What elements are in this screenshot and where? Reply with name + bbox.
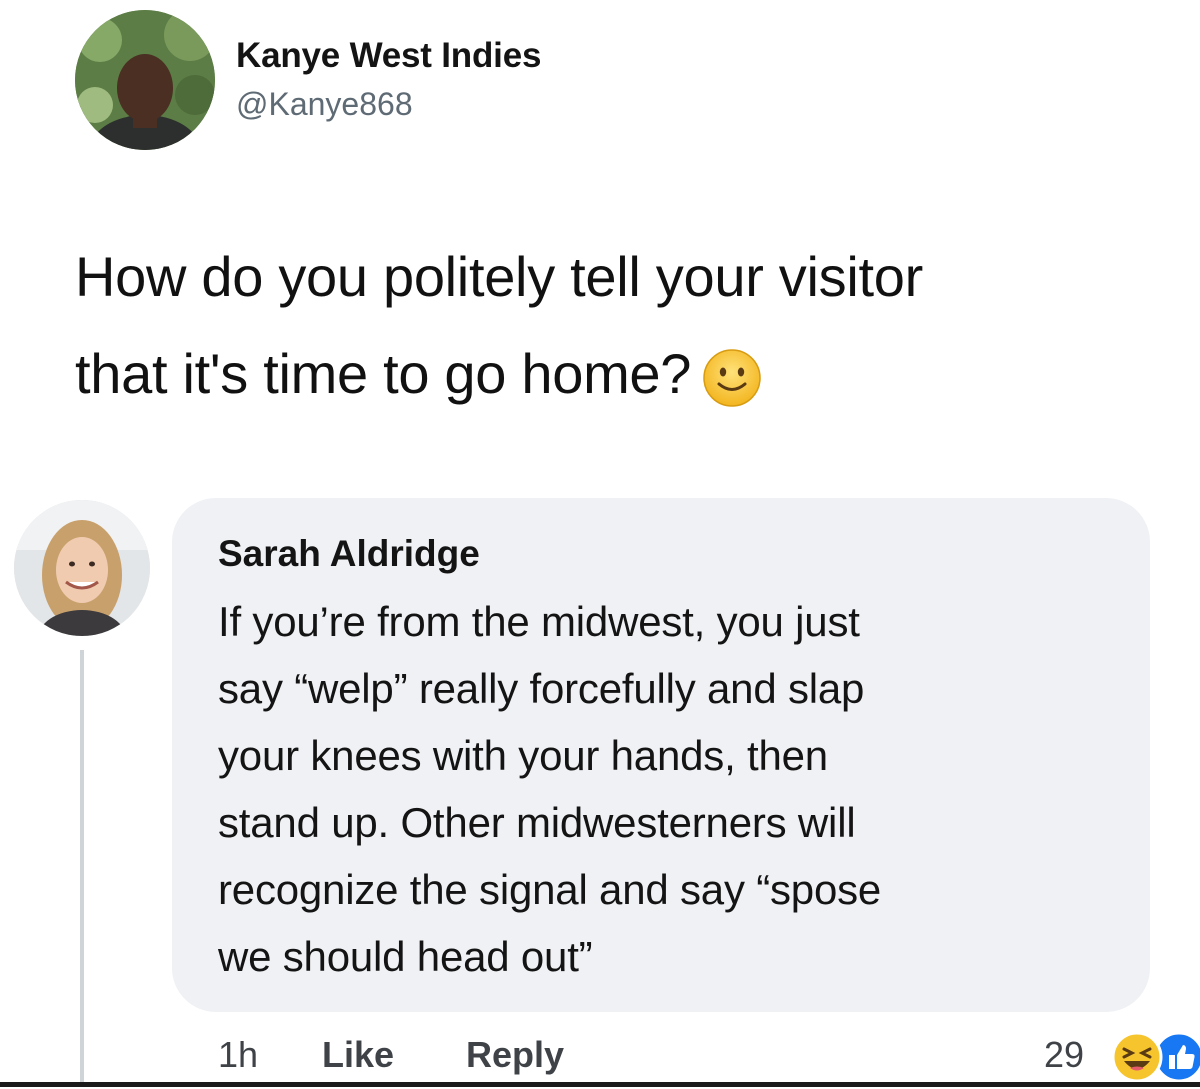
comment-author-avatar[interactable] <box>14 500 150 636</box>
comment-text-line: stand up. Other midwesterners will <box>218 799 856 846</box>
comment-text-line: say “welp” really forcefully and slap <box>218 665 865 712</box>
avatar-photo <box>14 500 150 636</box>
reaction-count[interactable]: 29 <box>1044 1034 1084 1076</box>
tweet-text-segment: that it's time to go home? <box>75 342 692 405</box>
tweet-author-handle[interactable]: @Kanye868 <box>236 86 413 123</box>
comment-body: If you’re from the midwest, you just say… <box>218 588 1128 990</box>
comment-text-line: If you’re from the midwest, you just <box>218 598 860 645</box>
tweet-author-name[interactable]: Kanye West Indies <box>236 36 541 76</box>
comment-text-line: we should head out” <box>218 933 593 980</box>
haha-reaction-icon[interactable] <box>1110 1030 1164 1084</box>
reply-button[interactable]: Reply <box>466 1034 564 1076</box>
comment-text-line: your knees with your hands, then <box>218 732 828 779</box>
comment-text-line: recognize the signal and say “spose <box>218 866 882 913</box>
comment-timestamp[interactable]: 1h <box>218 1034 258 1076</box>
tweet-text-line: How do you politely tell your visitor <box>75 245 923 308</box>
tweet-body: How do you politely tell your visitor th… <box>75 228 1185 422</box>
avatar-photo <box>75 10 215 150</box>
tweet-author-avatar[interactable] <box>75 10 215 150</box>
bottom-divider <box>0 1082 1200 1087</box>
tweet-text-line: that it's time to go home? <box>75 325 1185 422</box>
comment-author-name[interactable]: Sarah Aldridge <box>218 533 480 575</box>
thread-line <box>80 650 84 1087</box>
like-button[interactable]: Like <box>322 1034 394 1076</box>
slightly-smiling-face-icon <box>701 341 763 407</box>
